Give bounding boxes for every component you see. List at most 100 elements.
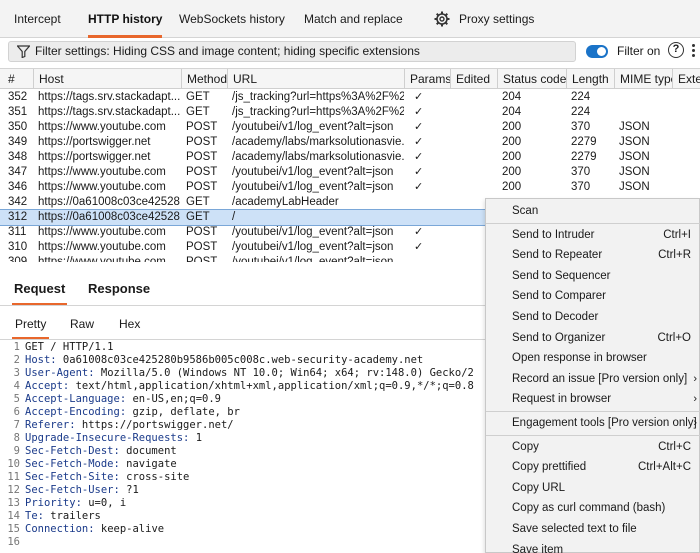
menu-separator (486, 411, 700, 412)
menu-item-label: Send to Sequencer (512, 269, 611, 282)
menu-item-open-response-in-browser[interactable]: Open response in browser (486, 348, 700, 368)
context-menu: Scan Send to Intruder Ctrl+I Send to Repeat… (485, 198, 700, 553)
menu-item-scan[interactable]: Scan (486, 201, 700, 221)
menu-item-label: Copy (512, 440, 539, 453)
tab-match-and-replace[interactable]: Match and replace (304, 0, 403, 38)
menu-item-label: Copy prettified (512, 461, 587, 474)
cell-url: /youtubei/v1/log_event?alt=json (232, 226, 394, 238)
line-content: Accept-Language: en-US,en;q=0.9 (25, 393, 221, 406)
cell-number: 312 (8, 211, 28, 223)
line-content: User-Agent: Mozilla/5.0 (Windows NT 10.0… (25, 367, 474, 380)
cell-length: 2279 (571, 136, 597, 148)
table-row[interactable]: 352 https://tags.srv.stackadapt.... GET/js… (0, 90, 700, 105)
cell-host: https://www.youtube.com (38, 256, 166, 262)
menu-item-label: Send to Intruder (512, 228, 595, 241)
cell-method: POST (186, 166, 218, 178)
cell-host: https://0a61008c03ce42528... (38, 196, 181, 208)
header-value: navigate (119, 458, 177, 470)
cell-number: 310 (8, 241, 28, 253)
filter-settings-button[interactable]: Filter settings: Hiding CSS and image co… (8, 41, 576, 62)
col-params[interactable]: Params (404, 69, 450, 89)
menu-item-send-to-decoder[interactable]: Send to Decoder (486, 307, 700, 327)
menu-item-engagement-tools-pro-version-only[interactable]: Engagement tools [Pro version only] › (486, 413, 700, 433)
cell-status: 200 (502, 181, 522, 193)
menu-item-send-to-comparer[interactable]: Send to Comparer (486, 286, 700, 306)
cell-params: ✓ (414, 121, 424, 133)
tab-proxy-settings[interactable]: Proxy settings (459, 0, 534, 38)
tab-request[interactable]: Request (11, 281, 68, 305)
cell-params: ✓ (414, 241, 424, 253)
header-value: https://portswigger.net/ (75, 419, 234, 431)
cell-mime: JSON (619, 181, 650, 193)
cell-params: ✓ (414, 226, 424, 238)
cell-method: GET (186, 196, 210, 208)
table-row[interactable]: 350 https://www.youtube.com POST/youtubei/… (0, 120, 700, 135)
header-value: en-US,en;q=0.9 (126, 393, 221, 405)
tab-http-history[interactable]: HTTP history (88, 0, 163, 38)
chevron-right-icon: › (693, 372, 697, 385)
tab-websockets-history[interactable]: WebSockets history (179, 0, 285, 38)
menu-item-label: Scan (512, 205, 539, 217)
menu-item-request-in-browser[interactable]: Request in browser › (486, 389, 700, 409)
cell-url: /youtubei/v1/log_event?alt=json (232, 166, 394, 178)
header-name: Connection: (25, 523, 95, 535)
table-row[interactable]: 349 https://portswigger.net POST/academy/l… (0, 135, 700, 150)
tab-response[interactable]: Response (88, 281, 150, 296)
menu-item-copy[interactable]: Copy Ctrl+C (486, 437, 700, 457)
line-content: Referer: https://portswigger.net/ (25, 419, 234, 432)
col-status-code[interactable]: Status code (497, 69, 566, 89)
cell-length: 224 (571, 106, 591, 118)
header-name: Accept-Encoding: (25, 406, 127, 418)
cell-length: 370 (571, 166, 591, 178)
cell-status: 204 (502, 91, 522, 103)
help-icon[interactable]: ? (668, 42, 684, 58)
col-url[interactable]: URL (227, 69, 404, 89)
col-mime-type[interactable]: MIME type (614, 69, 672, 89)
col-length[interactable]: Length (566, 69, 614, 89)
header-name: Priority: (25, 497, 82, 509)
table-row[interactable]: 346 https://www.youtube.com POST/youtubei/… (0, 180, 700, 195)
gear-icon[interactable] (434, 11, 450, 27)
tab-pretty[interactable]: Pretty (11, 317, 50, 339)
header-name: Sec-Fetch-User: (25, 484, 120, 496)
more-options-icon[interactable] (690, 42, 700, 60)
col-host[interactable]: Host (33, 69, 181, 89)
line-content: Connection: keep-alive (25, 523, 164, 536)
cell-length: 370 (571, 181, 591, 193)
table-row[interactable]: 347 https://www.youtube.com POST/youtubei/… (0, 165, 700, 180)
menu-item-label: Send to Organizer (512, 331, 606, 344)
header-name: Host: (25, 354, 57, 366)
cell-url: / (232, 211, 236, 223)
menu-item-send-to-intruder[interactable]: Send to Intruder Ctrl+I (486, 225, 700, 245)
menu-item-send-to-repeater[interactable]: Send to Repeater Ctrl+R (486, 245, 700, 265)
menu-item-send-to-sequencer[interactable]: Send to Sequencer (486, 266, 700, 286)
cell-status: 200 (502, 151, 522, 163)
table-row[interactable]: 348 https://portswigger.net POST/academy/l… (0, 150, 700, 165)
header-value: Mozilla/5.0 (Windows NT 10.0; Win64; x64… (94, 367, 474, 379)
menu-item-save-selected-text-to-file[interactable]: Save selected text to file (486, 519, 700, 539)
tab-intercept[interactable]: Intercept (14, 0, 61, 38)
tab-hex[interactable]: Hex (119, 317, 140, 331)
header-value: ?1 (119, 484, 139, 496)
cell-length: 2279 (571, 151, 597, 163)
line-number: 9 (13, 445, 20, 457)
col-edited[interactable]: Edited (450, 69, 497, 89)
menu-item-copy-as-curl-command-bash[interactable]: Copy as curl command (bash) (486, 498, 700, 518)
header-name: Upgrade-Insecure-Requests: (25, 432, 190, 444)
tab-raw[interactable]: Raw (70, 317, 94, 331)
menu-item-save-item[interactable]: Save item (486, 540, 700, 553)
menu-item-copy-prettified[interactable]: Copy prettified Ctrl+Alt+C (486, 457, 700, 477)
menu-item-label: Send to Decoder (512, 311, 599, 323)
col-number[interactable]: # (0, 69, 33, 89)
filter-toggle[interactable] (586, 45, 608, 58)
menu-item-copy-url[interactable]: Copy URL (486, 478, 700, 498)
cell-url: /js_tracking?url=https%3A%2F%2... (232, 106, 404, 118)
menu-item-send-to-organizer[interactable]: Send to Organizer Ctrl+O (486, 328, 700, 348)
cell-params: ✓ (414, 151, 424, 163)
line-number: 11 (7, 471, 20, 483)
col-extension[interactable]: Exten (672, 69, 700, 89)
menu-item-record-an-issue-pro-version-only[interactable]: Record an issue [Pro version only] › (486, 369, 700, 389)
table-row[interactable]: 351 https://tags.srv.stackadapt.... GET/js… (0, 105, 700, 120)
col-method[interactable]: Method (181, 69, 227, 89)
cell-params: ✓ (414, 136, 424, 148)
